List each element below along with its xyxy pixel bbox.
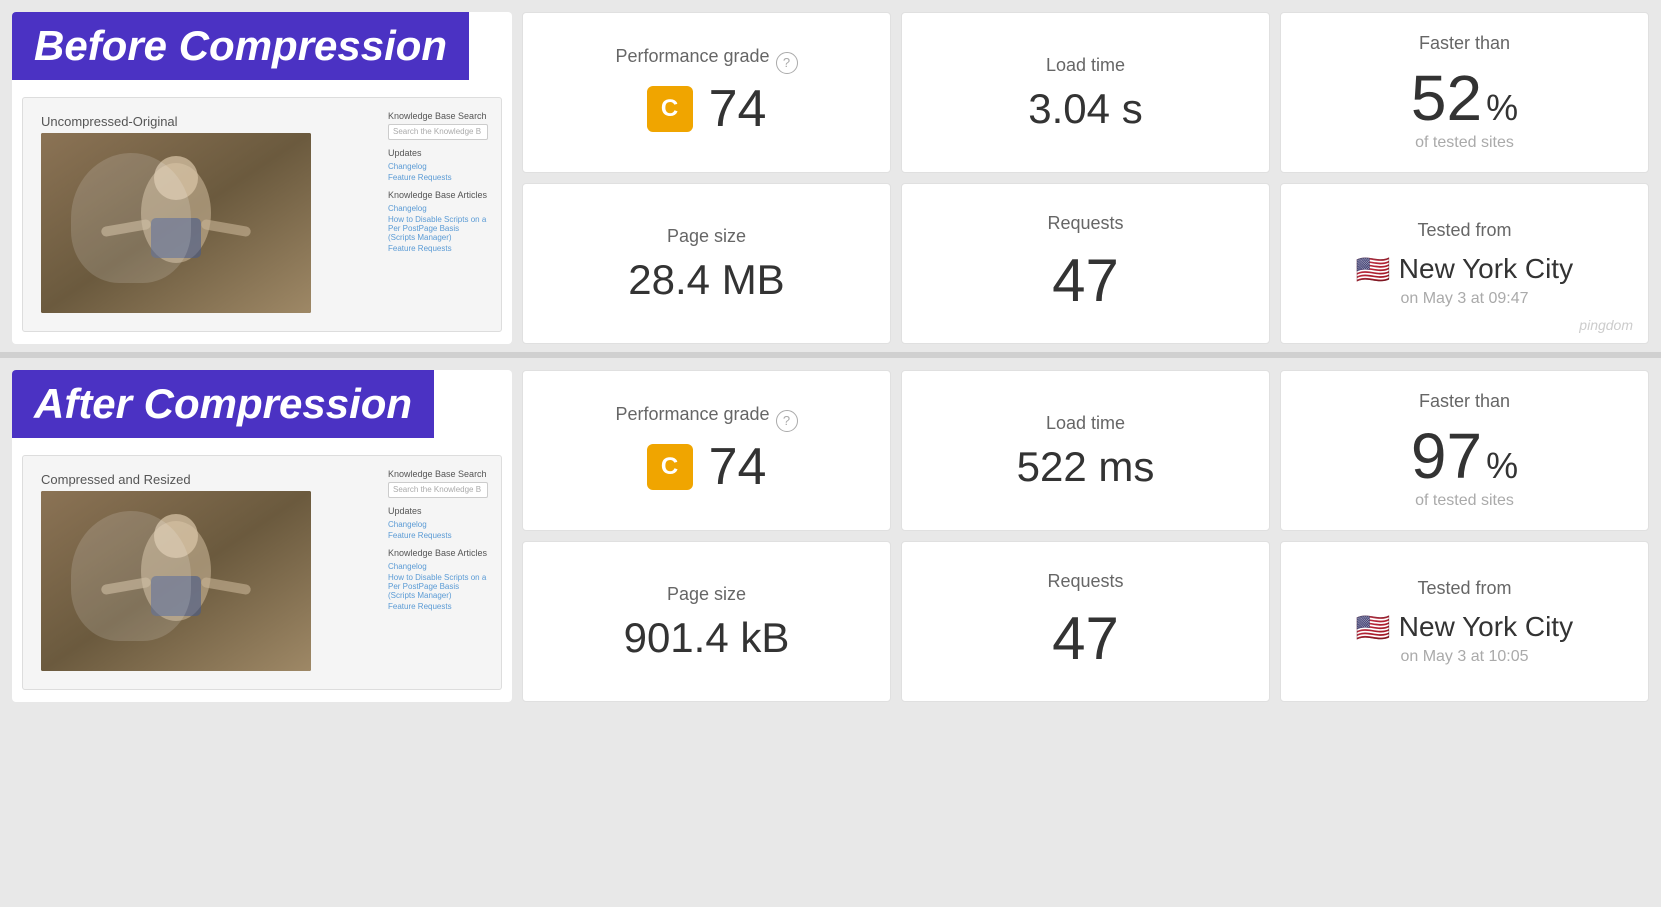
before-loadtime-value: 3.04 s [1028,88,1142,130]
after-testedfrom-city: New York City [1399,611,1573,643]
before-pagesize-value: 28.4 MB [628,259,784,301]
before-requests-value: 47 [1052,246,1119,315]
before-article-link-3: Feature Requests [388,244,488,253]
after-performance-card: Performance grade ? C 74 [522,370,891,531]
before-grade-number: 74 [709,79,767,139]
before-faster-unit: % [1486,87,1518,129]
after-articles-label: Knowledge Base Articles [388,548,488,558]
after-grade-row: C 74 [647,437,767,497]
after-loadtime-label: Load time [1046,413,1125,434]
after-flag-icon: 🇺🇸 [1356,611,1391,644]
after-loadtime-card: Load time 522 ms [901,370,1270,531]
before-search-label: Knowledge Base Search [388,111,488,121]
before-testedfrom-city: New York City [1399,253,1573,285]
after-search-label: Knowledge Base Search [388,469,488,479]
before-performance-help-icon[interactable]: ? [776,52,798,74]
before-tested-date: on May 3 at 09:47 [1400,290,1528,308]
after-testedfrom-card: Tested from 🇺🇸 New York City on May 3 at… [1280,541,1649,702]
after-loadtime-value: 522 ms [1017,446,1155,488]
before-performance-label-row: Performance grade ? [615,46,797,79]
after-faster-label: Faster than [1419,391,1510,412]
before-update-link-2: Feature Requests [388,173,488,182]
after-faster-value: 97 [1411,424,1482,488]
after-pagesize-label: Page size [667,584,746,605]
after-updates-section: Updates Changelog Feature Requests [388,506,488,540]
after-requests-value: 47 [1052,604,1119,673]
after-testedfrom-label: Tested from [1417,578,1511,599]
before-faster-sub: of tested sites [1415,134,1514,152]
before-screenshot-panel: Before Compression Uncompressed-Original [12,12,512,344]
before-pagesize-card: Page size 28.4 MB [522,183,891,344]
after-requests-label: Requests [1047,571,1123,592]
after-screenshot-inner: Compressed and Resized [22,455,502,690]
before-performance-label: Performance grade [615,46,769,67]
after-performance-help-icon[interactable]: ? [776,410,798,432]
before-search-box: Search the Knowledge B [388,124,488,140]
before-articles-label: Knowledge Base Articles [388,190,488,200]
after-metrics-grid: Performance grade ? C 74 Load time 522 m… [522,370,1649,702]
before-testedfrom-row: 🇺🇸 New York City [1356,253,1573,286]
after-article-link-3: Feature Requests [388,602,488,611]
before-update-link-1: Changelog [388,162,488,171]
after-update-link-1: Changelog [388,520,488,529]
after-articles-section: Knowledge Base Articles Changelog How to… [388,548,488,611]
after-article-link-1: Changelog [388,562,488,571]
before-faster-value: 52 [1411,66,1482,130]
before-faster-card: Faster than 52 % of tested sites [1280,12,1649,173]
before-article-link-1: Changelog [388,204,488,213]
before-article-link-2: How to Disable Scripts on a Per PostPage… [388,215,488,242]
before-loadtime-card: Load time 3.04 s [901,12,1270,173]
after-screenshot-panel: After Compression Compressed and Resized [12,370,512,702]
before-loadtime-label: Load time [1046,55,1125,76]
before-grade-badge: C [647,86,693,132]
after-section: After Compression Compressed and Resized [0,358,1661,710]
after-pagesize-card: Page size 901.4 kB [522,541,891,702]
after-update-link-2: Feature Requests [388,531,488,540]
before-grade-row: C 74 [647,79,767,139]
after-grade-badge: C [647,444,693,490]
before-metrics-grid: Performance grade ? C 74 Load time 3.04 … [522,12,1649,344]
before-label: Before Compression [12,12,469,80]
after-faster-sub: of tested sites [1415,492,1514,510]
after-screenshot-image [41,491,311,671]
after-testedfrom-row: 🇺🇸 New York City [1356,611,1573,644]
before-pagesize-label: Page size [667,226,746,247]
before-screenshot-inner: Uncompressed-Original [22,97,502,332]
before-screenshot-sidebar: Knowledge Base Search Search the Knowled… [383,106,493,323]
before-requests-card: Requests 47 [901,183,1270,344]
after-grade-number: 74 [709,437,767,497]
after-requests-card: Requests 47 [901,541,1270,702]
after-performance-label: Performance grade [615,404,769,425]
after-tested-date: on May 3 at 10:05 [1400,648,1528,666]
before-faster-label: Faster than [1419,33,1510,54]
after-performance-label-row: Performance grade ? [615,404,797,437]
after-updates-label: Updates [388,506,488,516]
after-label: After Compression [12,370,434,438]
after-faster-unit: % [1486,445,1518,487]
before-performance-card: Performance grade ? C 74 [522,12,891,173]
after-faster-card: Faster than 97 % of tested sites [1280,370,1649,531]
after-pagesize-value: 901.4 kB [624,617,790,659]
before-pingdom-watermark: pingdom [1579,317,1633,333]
after-screenshot-title: Compressed and Resized [31,464,375,491]
before-testedfrom-label: Tested from [1417,220,1511,241]
before-flag-icon: 🇺🇸 [1356,253,1391,286]
before-requests-label: Requests [1047,213,1123,234]
after-article-link-2: How to Disable Scripts on a Per PostPage… [388,573,488,600]
before-updates-label: Updates [388,148,488,158]
before-screenshot-image [41,133,311,313]
before-section: Before Compression Uncompressed-Original [0,0,1661,352]
before-testedfrom-card: Tested from 🇺🇸 New York City on May 3 at… [1280,183,1649,344]
before-updates-section: Updates Changelog Feature Requests [388,148,488,182]
before-screenshot-title: Uncompressed-Original [31,106,375,133]
after-search-box: Search the Knowledge B [388,482,488,498]
after-screenshot-sidebar: Knowledge Base Search Search the Knowled… [383,464,493,681]
before-articles-section: Knowledge Base Articles Changelog How to… [388,190,488,253]
